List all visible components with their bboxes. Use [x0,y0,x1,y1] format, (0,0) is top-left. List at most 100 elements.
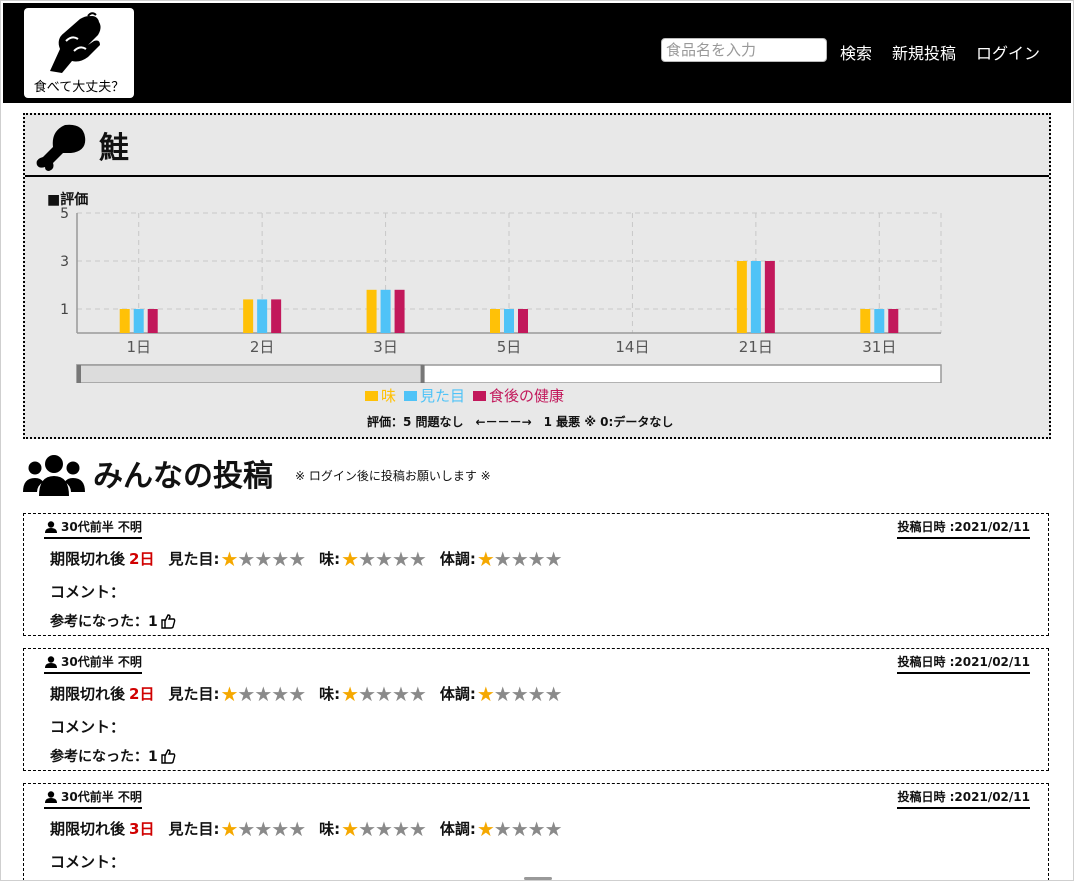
resize-handle[interactable] [524,877,552,880]
chart-legend: 味 見た目 食後の健康 [365,385,564,406]
appearance-label: 見た目: [168,550,220,568]
star-empty-icon: ★ [493,546,512,571]
taste-stars: ★★★★★ [341,681,427,706]
chart-bar [518,309,528,333]
posts-title: みんなの投稿 [93,459,273,494]
logo-hand-icon [50,12,101,73]
y-tick-label: 3 [60,254,69,270]
legend-swatch-appearance [404,390,418,401]
star-filled-icon: ★ [476,816,495,841]
post-expiry: 期限切れ後 3日 [50,818,154,839]
star-empty-icon: ★ [391,681,410,706]
post-ratings: 期限切れ後 2日 見た目: ★★★★★ 味: ★★★★★ 体調: ★★★★★ [50,683,576,704]
appearance-stars: ★★★★★ [220,681,306,706]
post-card: 30代前半 不明 投稿日時 :2021/02/11 期限切れ後 2日 見た目: … [23,648,1049,771]
star-empty-icon: ★ [358,816,376,841]
post-date: 投稿日時 :2021/02/11 [897,788,1030,809]
star-empty-icon: ★ [254,546,272,571]
search-input[interactable] [661,38,827,62]
legend-item-health[interactable]: 食後の健康 [473,385,564,406]
star-empty-icon: ★ [391,816,410,841]
header-bar: 食べて大丈夫？ 検索 新規投稿 ログイン [3,3,1071,103]
y-tick-label: 5 [60,206,69,222]
chart-bar [380,289,391,333]
login-link[interactable]: ログイン [976,40,1040,64]
food-title-row: 鮭 [25,115,1049,177]
chart-bar [504,309,514,333]
post-comment: コメント： [50,718,126,736]
legend-swatch-taste [365,390,378,401]
chart-bar [366,289,377,333]
star-empty-icon: ★ [237,816,255,841]
legend-label-taste: 味 [381,387,397,405]
health-stars: ★★★★★ [476,816,563,841]
star-empty-icon: ★ [408,816,427,841]
star-empty-icon: ★ [375,816,393,841]
x-tick-label: 5日 [497,338,522,356]
helpful-button[interactable]: 参考になった：1 [50,611,176,631]
new-post-link[interactable]: 新規投稿 [892,40,956,64]
rating-chart: 1 3 5 1日 2日 3日 5日 14日 21日 31日 [60,206,942,383]
food-name: 鮭 [99,131,129,166]
star-empty-icon: ★ [510,816,529,841]
star-empty-icon: ★ [493,681,512,706]
chart-bar [257,299,268,333]
star-empty-icon: ★ [237,681,255,706]
expiry-days: 2日 [129,550,155,568]
x-tick-label: 1日 [126,338,151,356]
star-empty-icon: ★ [408,681,427,706]
chart-bar [133,309,144,333]
expiry-label: 期限切れ後 [50,685,126,703]
post-user-label: 30代前半 不明 [61,520,142,534]
star-empty-icon: ★ [288,546,306,571]
posts-login-note: ※ ログイン後に投稿お願いします ※ [295,469,491,483]
legend-item-appearance[interactable]: 見た目 [404,385,465,406]
star-empty-icon: ★ [544,816,563,841]
taste-label: 味: [319,550,341,568]
star-empty-icon: ★ [391,546,410,571]
helpful-label: 参考になった：1 [50,614,158,630]
thumbs-up-icon[interactable] [160,748,176,764]
taste-label: 味: [319,685,341,703]
search-link[interactable]: 検索 [840,40,872,64]
rating-scale-note: 評価：5 問題なし ←－－－→ 1 最悪 ※ 0:データなし [367,415,674,429]
star-filled-icon: ★ [476,681,495,706]
thumbs-up-icon[interactable] [160,613,176,629]
post-comment: コメント： [50,583,126,601]
zoom-slider-handle-right[interactable] [420,365,425,383]
legend-item-taste[interactable]: 味 [365,385,396,406]
appearance-rating: 見た目: ★★★★★ [168,681,306,706]
star-empty-icon: ★ [271,816,289,841]
star-empty-icon: ★ [288,681,306,706]
health-rating: 体調: ★★★★★ [440,681,563,706]
appearance-label: 見た目: [168,685,220,703]
chart-bar [271,299,282,333]
post-expiry: 期限切れ後 2日 [50,548,154,569]
zoom-slider-handle-left[interactable] [77,365,81,383]
health-label: 体調: [439,550,476,568]
zoom-slider-range[interactable] [76,364,424,383]
user-icon [45,655,57,668]
expiry-days: 3日 [129,820,155,838]
food-info-section: 鮭 ■評価 1 3 5 1日 2日 3日 5日 14日 21日 31日 味 見た目 食後の健康 評… [23,113,1051,439]
site-logo[interactable]: 食べて大丈夫？ [24,8,134,98]
star-filled-icon: ★ [476,546,495,571]
chart-bar [243,299,254,333]
appearance-rating: 見た目: ★★★★★ [168,546,306,571]
expiry-label: 期限切れ後 [50,820,126,838]
health-rating: 体調: ★★★★★ [440,816,563,841]
x-tick-label: 21日 [739,338,773,356]
star-empty-icon: ★ [254,681,272,706]
x-tick-label: 31日 [862,338,896,356]
star-filled-icon: ★ [220,681,238,706]
post-ratings: 期限切れ後 3日 見た目: ★★★★★ 味: ★★★★★ 体調: ★★★★★ [50,818,576,839]
star-empty-icon: ★ [527,681,546,706]
post-comment: コメント： [50,853,126,871]
user-icon [45,790,57,803]
helpful-button[interactable]: 参考になった：1 [50,746,176,766]
star-empty-icon: ★ [527,816,546,841]
chart-bar [750,261,761,333]
legend-label-appearance: 見た目 [420,387,466,405]
chart-bar [394,289,405,333]
star-empty-icon: ★ [358,546,376,571]
